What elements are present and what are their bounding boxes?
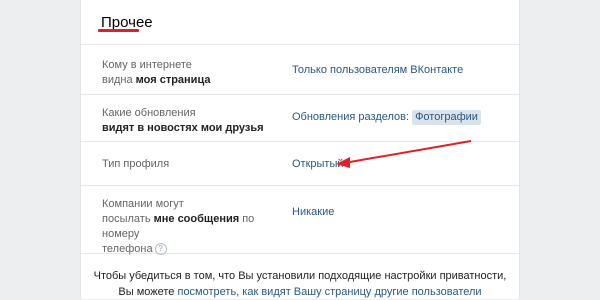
setting-row-page-visibility: Кому в интернете видна моя страница Толь… [81, 44, 519, 95]
profile-type-value[interactable]: Открытый [292, 157, 344, 172]
page-visibility-value[interactable]: Только пользователям ВКонтакте [292, 63, 463, 78]
photos-chip[interactable]: Фотографии [412, 110, 481, 125]
setting-row-news-updates: Какие обновления видят в новостях мои др… [81, 95, 519, 142]
help-icon[interactable]: ? [154, 243, 167, 256]
company-messages-value[interactable]: Никакие [292, 205, 334, 220]
privacy-settings-card: Прочее Кому в интернете видна моя страни… [80, 0, 520, 299]
setting-label: Тип профиля [102, 158, 170, 170]
view-as-link[interactable]: посмотреть, как видят Вашу страницу друг… [177, 286, 481, 298]
setting-label: Компании могут посылать мне сообщения по… [102, 198, 255, 256]
setting-row-profile-type: Тип профиля Открытый [81, 142, 519, 186]
news-updates-value[interactable]: Обновления разделов: Фотографии [292, 110, 481, 125]
section-header: Прочее [81, 0, 519, 45]
setting-row-company-messages: Компании могут посылать мне сообщения по… [81, 186, 519, 256]
privacy-check-note: Чтобы убедиться в том, что Вы установили… [93, 270, 507, 298]
setting-label: Какие обновления видят в новостях мои др… [102, 107, 264, 134]
setting-label: Кому в интернете видна моя страница [102, 59, 211, 86]
annotation-underline [98, 29, 139, 32]
